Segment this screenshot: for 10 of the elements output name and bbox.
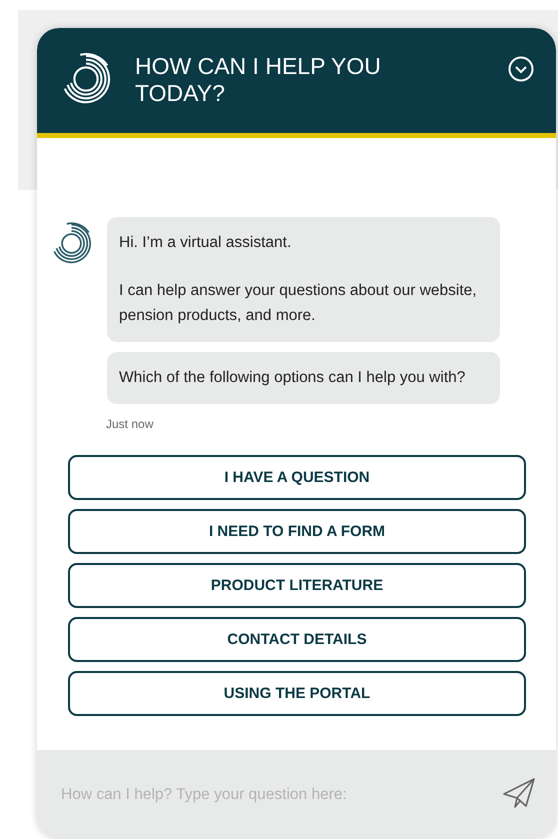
timestamp: Just now <box>106 417 154 431</box>
option-button[interactable]: USING THE PORTAL <box>68 671 526 716</box>
header-title: HOW CAN I HELP YOU TODAY? <box>135 52 382 107</box>
option-button[interactable]: CONTACT DETAILS <box>68 617 526 662</box>
message-text: Hi. I’m a virtual assistant. <box>119 233 292 253</box>
option-button[interactable]: I HAVE A QUESTION <box>68 455 526 500</box>
message-text: Which of the following options can I help you with? <box>119 368 466 388</box>
option-button[interactable]: I NEED TO FIND A FORM <box>68 509 526 554</box>
message-text: I can help answer your questions about our website, pension products, and more. <box>119 281 478 326</box>
option-button[interactable]: PRODUCT LITERATURE <box>68 563 526 608</box>
